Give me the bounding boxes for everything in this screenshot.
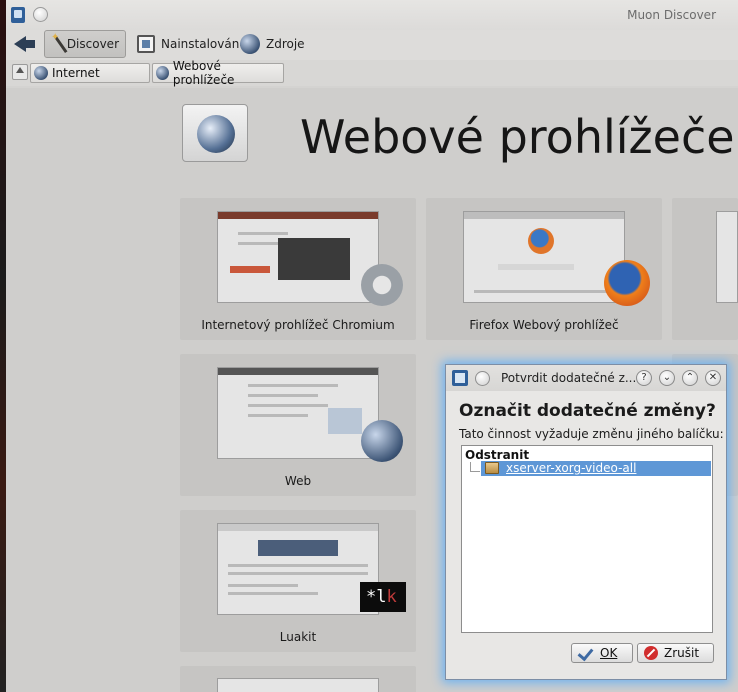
app-card-firefox[interactable]: Firefox Webový prohlížeč xyxy=(426,198,662,340)
app-menu-icon[interactable] xyxy=(11,7,25,23)
app-screenshot xyxy=(217,678,379,692)
window-menu-icon[interactable] xyxy=(475,371,490,386)
chromium-logo-icon xyxy=(361,264,403,306)
tab-discover[interactable]: Discover xyxy=(44,30,126,58)
window-title: Muon Discover xyxy=(627,8,716,22)
app-icon xyxy=(452,370,468,386)
globe-icon xyxy=(361,420,403,462)
cancel-label: Zrušit xyxy=(664,646,700,660)
breadcrumb: Internet Webové prohlížeče xyxy=(6,59,738,87)
title-bar: Muon Discover xyxy=(6,0,738,30)
globe-icon xyxy=(156,66,169,80)
app-card-label: Internetový prohlížeč Chromium xyxy=(201,318,395,332)
cancel-button[interactable]: Zrušit xyxy=(637,643,714,663)
tab-sources[interactable]: Zdroje xyxy=(234,30,311,58)
firefox-logo-icon xyxy=(604,260,650,306)
app-card-partial[interactable] xyxy=(180,666,416,692)
globe-icon xyxy=(34,66,48,80)
app-card-label: Firefox Webový prohlížeč xyxy=(469,318,619,332)
checkmark-icon xyxy=(578,647,594,659)
app-screenshot xyxy=(217,367,379,459)
app-card-label: Luakit xyxy=(279,630,317,644)
watermark-logo: *lk xyxy=(360,582,406,612)
breadcrumb-label: Internet xyxy=(52,66,100,80)
minimize-button[interactable]: ⌄ xyxy=(659,370,675,386)
window-menu-icon[interactable] xyxy=(33,7,48,22)
tab-discover-label: Discover xyxy=(66,37,119,51)
cancel-icon xyxy=(644,646,658,660)
list-item[interactable]: xserver-xorg-video-all xyxy=(481,461,711,476)
help-button[interactable]: ? xyxy=(636,370,652,386)
main-window: Muon Discover Discover Nainstalováno Zdr… xyxy=(6,0,738,692)
package-change-list[interactable]: Odstranit xserver-xorg-video-all xyxy=(461,445,713,633)
web-browsers-category-icon xyxy=(182,104,248,162)
tree-group-remove: Odstranit xyxy=(465,448,530,462)
ok-label: OK xyxy=(600,646,618,660)
dialog-subtitle: Tato činnost vyžaduje změnu jiného balíč… xyxy=(459,427,724,441)
tree-branch-line xyxy=(470,462,480,472)
app-screenshot xyxy=(217,523,379,615)
maximize-button[interactable]: ⌃ xyxy=(682,370,698,386)
close-button[interactable]: ✕ xyxy=(705,370,721,386)
dialog-title: Potvrdit dodatečné z... xyxy=(501,371,637,385)
app-card-label: Web xyxy=(284,474,312,488)
breadcrumb-item-internet[interactable]: Internet xyxy=(30,63,150,83)
app-card-partial[interactable] xyxy=(672,198,738,340)
globe-icon xyxy=(240,34,260,54)
dialog-title-bar: Potvrdit dodatečné z... ? ⌄ ⌃ ✕ xyxy=(446,365,726,391)
app-screenshot xyxy=(463,211,625,303)
ok-button[interactable]: OK xyxy=(571,643,633,663)
tab-sources-label: Zdroje xyxy=(266,37,305,51)
dialog-heading: Označit dodatečné změny? xyxy=(459,401,716,421)
app-card-web[interactable]: Web xyxy=(180,354,416,496)
installed-icon xyxy=(137,35,155,53)
package-icon xyxy=(485,462,499,474)
app-card-chromium[interactable]: Internetový prohlížeč Chromium xyxy=(180,198,416,340)
breadcrumb-item-web-browsers[interactable]: Webové prohlížeče xyxy=(152,59,284,87)
breadcrumb-label: Webové prohlížeče xyxy=(172,59,235,87)
app-card-luakit[interactable]: Luakit xyxy=(180,510,416,652)
home-icon[interactable] xyxy=(12,64,28,80)
page-title: Webové prohlížeče xyxy=(300,110,735,164)
back-arrow-icon xyxy=(14,35,35,53)
back-button[interactable] xyxy=(8,30,38,58)
toolbar: Discover Nainstalováno Zdroje xyxy=(6,30,738,60)
magic-wand-icon xyxy=(51,32,61,54)
app-screenshot xyxy=(716,211,738,303)
app-screenshot xyxy=(217,211,379,303)
confirm-dialog: Potvrdit dodatečné z... ? ⌄ ⌃ ✕ Označit … xyxy=(445,364,727,680)
package-name: xserver-xorg-video-all xyxy=(506,461,637,475)
